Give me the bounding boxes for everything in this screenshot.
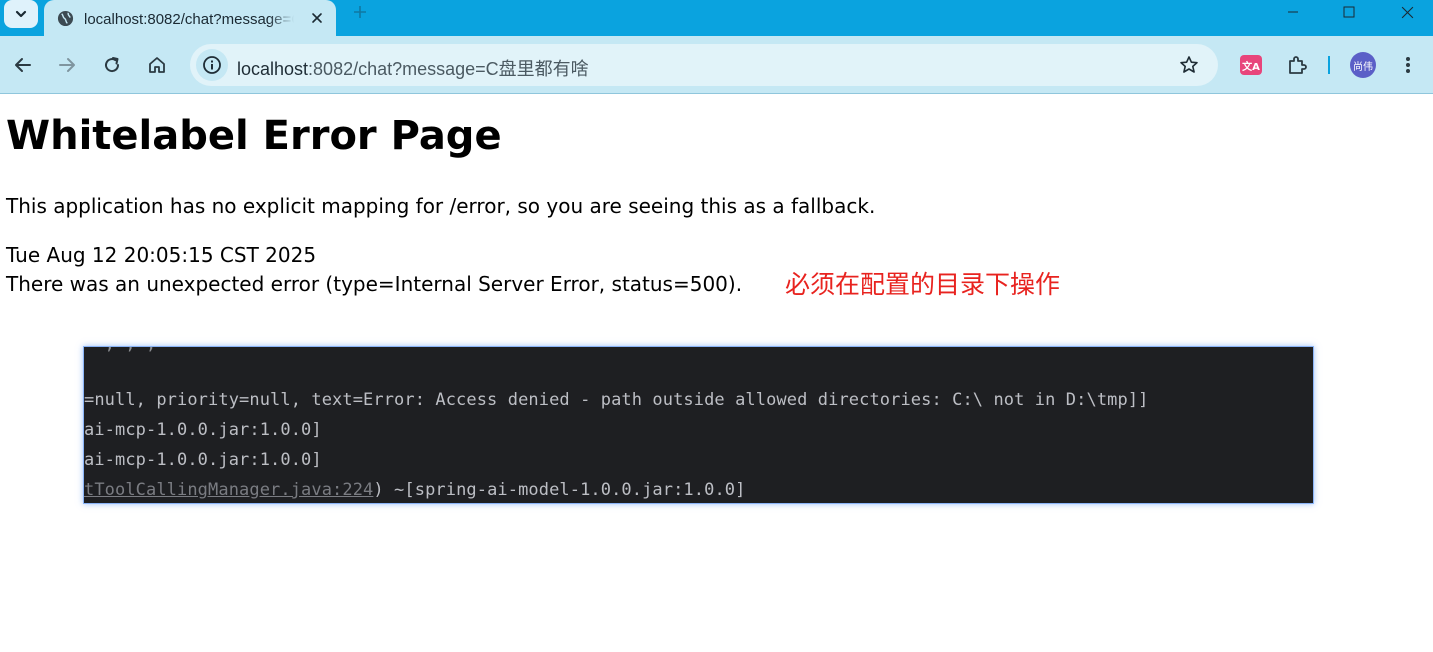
page-title: Whitelabel Error Page	[6, 113, 502, 159]
translate-extension-icon[interactable]: 文A	[1240, 55, 1262, 75]
terminal-line-cut: " , , ,	[84, 347, 156, 354]
error-timestamp: Tue Aug 12 20:05:15 CST 2025	[6, 243, 317, 267]
minimize-button[interactable]	[1270, 0, 1316, 24]
minimize-icon	[1288, 11, 1298, 13]
home-button[interactable]	[142, 50, 172, 80]
forward-button[interactable]	[52, 50, 82, 80]
home-icon	[149, 57, 165, 73]
title-bar: localhost:8082/chat?message=C盘里都有啥	[0, 0, 1433, 36]
stacktrace-link[interactable]: tToolCallingManager.java:224	[84, 480, 373, 500]
url-text[interactable]: localhost:8082/chat?message=C盘里都有啥	[237, 55, 589, 81]
terminal-line: ai-mcp-1.0.0.jar:1.0.0]	[84, 450, 322, 470]
url-host: localhost	[237, 59, 309, 79]
info-icon	[203, 56, 221, 74]
plus-icon	[354, 6, 366, 18]
profile-avatar[interactable]: 尚伟	[1350, 52, 1376, 78]
annotation-text: 必须在配置的目录下操作	[785, 270, 1061, 299]
maximize-icon	[1343, 6, 1355, 18]
chevron-down-icon	[15, 10, 27, 18]
globe-icon	[56, 9, 74, 27]
error-description: This application has no explicit mapping…	[6, 194, 876, 218]
terminal-line: tToolCallingManager.java:224) ~[spring-a…	[84, 480, 745, 500]
tab-active[interactable]: localhost:8082/chat?message=C盘里都有啥	[44, 0, 336, 36]
arrow-right-icon	[59, 58, 75, 72]
tab-title: localhost:8082/chat?message=C盘里都有啥	[84, 10, 294, 28]
close-icon	[1401, 6, 1413, 18]
back-button[interactable]	[8, 50, 38, 80]
arrow-left-icon	[15, 58, 31, 72]
extensions-puzzle-icon[interactable]	[1284, 52, 1310, 78]
close-window-button[interactable]	[1384, 0, 1430, 24]
terminal-screenshot: " , , , =null, priority=null, text=Error…	[84, 347, 1313, 503]
terminal-line: ai-mcp-1.0.0.jar:1.0.0]	[84, 420, 322, 440]
close-tab-icon[interactable]	[308, 9, 326, 27]
reload-button[interactable]	[97, 50, 127, 80]
error-detail: There was an unexpected error (type=Inte…	[6, 272, 743, 296]
browser-toolbar: localhost:8082/chat?message=C盘里都有啥	[0, 36, 1433, 94]
toolbar-divider	[1328, 56, 1330, 74]
terminal-line: =null, priority=null, text=Error: Access…	[84, 390, 1149, 410]
tab-search-button[interactable]	[4, 0, 38, 28]
bookmark-star-icon[interactable]	[1178, 54, 1200, 76]
more-menu-icon[interactable]	[1396, 52, 1420, 78]
address-bar[interactable]: localhost:8082/chat?message=C盘里都有啥	[190, 44, 1218, 86]
terminal-line-rest: ) ~[spring-ai-model-1.0.0.jar:1.0.0]	[373, 480, 746, 500]
site-info-button[interactable]	[196, 49, 228, 81]
reload-icon	[105, 57, 120, 73]
maximize-button[interactable]	[1326, 0, 1372, 24]
new-tab-button[interactable]	[346, 0, 374, 24]
url-path: :8082/chat?message=C盘里都有啥	[308, 59, 589, 79]
